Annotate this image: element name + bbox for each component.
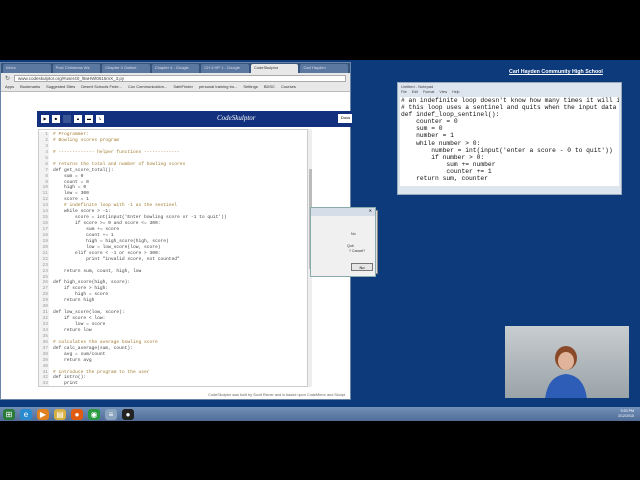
- browser-tab[interactable]: Post Christmas Wk: [52, 64, 101, 73]
- tab-bar: Inbox Post Christmas Wk Chapter 4 Outline C…: [1, 63, 350, 73]
- app-title: CodeSkulptor: [217, 114, 256, 122]
- code-lines: 1 # Programmer: 2 # Bowling scores program 3…: [39, 132, 310, 387]
- code-editor[interactable]: 1 # Programmer: 2 # Bowling scores program 3…: [38, 129, 311, 387]
- code-text: return low: [53, 327, 92, 333]
- browser-tab[interactable]: Inbox: [3, 64, 51, 73]
- firefox-icon[interactable]: ●: [71, 408, 83, 420]
- menu-view[interactable]: View: [439, 90, 447, 96]
- viz-button[interactable]: ↳: [96, 115, 104, 123]
- footer-credit: CodeSkulptor was built by Scott Rixner a…: [208, 393, 346, 397]
- notepad-text-area[interactable]: # an indefinite loop doesn't know how ma…: [400, 97, 619, 186]
- school-label: Carl Hayden Community High School: [509, 69, 603, 75]
- media-player-icon[interactable]: ▶: [37, 408, 49, 420]
- code-text: # Bowling scores program: [53, 137, 120, 143]
- code-text: return avg: [53, 357, 92, 363]
- taskbar: ⊞ e ▶ ▤ ● ◉ ≡ ● 5:53 PM 3/12/2015: [0, 407, 640, 421]
- menu-edit[interactable]: Edit: [412, 90, 418, 96]
- notepad-window: Untitled - Notepad File Edit Format View Hel…: [397, 82, 622, 195]
- dialog-no-button[interactable]: No: [351, 263, 373, 271]
- menu-help[interactable]: Help: [452, 90, 459, 96]
- browser-tab[interactable]: Chapter 4 - Google: [151, 64, 200, 73]
- code-text: # ------------- helper functions -------…: [53, 149, 180, 155]
- code-text: print "invalid score, not counted": [53, 256, 180, 262]
- webcam-overlay: [505, 326, 629, 398]
- menu-format[interactable]: Format: [423, 90, 434, 96]
- bookmark-item[interactable]: Suggested Sites: [46, 84, 75, 90]
- dialog-text: ? Cancel?: [349, 249, 366, 253]
- chrome-icon[interactable]: ◉: [88, 408, 100, 420]
- bookmark-item[interactable]: personal training bo...: [199, 84, 237, 90]
- docs-button[interactable]: Docs: [338, 114, 352, 123]
- code-text: return sum, count, high, low: [53, 268, 142, 274]
- browser-window: Inbox Post Christmas Wk Chapter 4 Outline C…: [0, 62, 352, 400]
- browser-tab[interactable]: CodeSkulptor: [250, 64, 299, 73]
- url-input[interactable]: www.codeskulptor.org/#user40_l9aHWl0615m…: [14, 74, 346, 82]
- bookmark-item[interactable]: Settings: [243, 84, 257, 90]
- explorer-icon[interactable]: ▤: [54, 408, 66, 420]
- clock-date: 3/12/2015: [618, 414, 634, 418]
- bookmark-item[interactable]: SafeFinder: [173, 84, 193, 90]
- reload-icon[interactable]: ↻: [5, 75, 10, 82]
- code-line: 43 print: [39, 381, 310, 387]
- clock[interactable]: 5:53 PM 3/12/2015: [618, 409, 634, 419]
- obs-icon[interactable]: ●: [122, 408, 134, 420]
- codeskulptor-toolbar: ▶ ■ ▲ ▬ ↳ CodeSkulptor Docs: [37, 111, 352, 127]
- dialog-text: No: [351, 232, 356, 236]
- run-button[interactable]: ▶: [41, 115, 49, 123]
- reset-button[interactable]: ▬: [85, 115, 93, 123]
- bookmark-item[interactable]: Apps: [5, 84, 14, 90]
- dialog-text: Quit: [347, 244, 354, 248]
- notepad-icon[interactable]: ≡: [105, 408, 117, 420]
- browser-tab[interactable]: Chapter 4 Outline: [102, 64, 150, 73]
- notepad-title: Untitled - Notepad: [401, 84, 434, 89]
- bookmarks-bar: Apps Bookmarks Suggested Sites Desert Schoo…: [1, 83, 350, 92]
- presenter-image: [545, 346, 587, 398]
- code-text: return high: [53, 298, 95, 304]
- browser-tab[interactable]: Carl Hayden: [300, 64, 349, 73]
- close-icon[interactable]: ✕: [369, 208, 372, 213]
- address-bar: ↻ www.codeskulptor.org/#user40_l9aHWl061…: [1, 73, 350, 83]
- bookmark-item[interactable]: Cox Communication...: [128, 84, 167, 90]
- fresh-url-button[interactable]: [63, 115, 71, 123]
- bookmark-item[interactable]: Courses: [281, 84, 296, 90]
- bookmark-item[interactable]: Desert Schools Fede...: [81, 84, 122, 90]
- open-local-button[interactable]: ▲: [74, 115, 82, 123]
- ie-icon[interactable]: e: [20, 408, 32, 420]
- code-text: print: [53, 381, 78, 387]
- bookmark-item[interactable]: Bookmarks: [20, 84, 40, 90]
- dialog-titlebar: ✕: [311, 208, 375, 216]
- input-dialog: ✕ No Quit ? Cancel? No: [310, 207, 376, 277]
- browser-tab[interactable]: CH 4 HP 1 - Google: [201, 64, 249, 73]
- menu-file[interactable]: File: [401, 90, 407, 96]
- bookmark-item[interactable]: BDSC: [264, 84, 275, 90]
- notepad-menu: File Edit Format View Help: [398, 90, 621, 96]
- save-button[interactable]: ■: [52, 115, 60, 123]
- line-number: 43: [39, 381, 49, 386]
- start-icon[interactable]: ⊞: [3, 408, 15, 420]
